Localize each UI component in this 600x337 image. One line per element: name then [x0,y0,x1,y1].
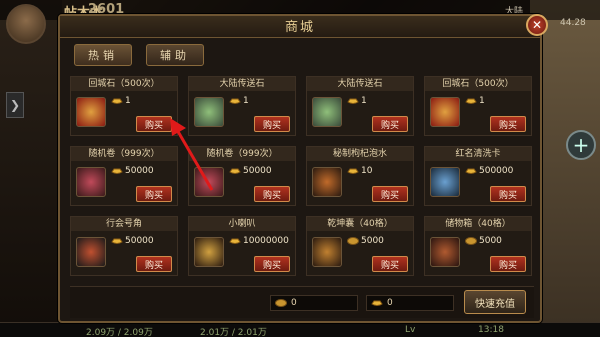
item-name: 行会号角 [71,217,177,231]
item-price: 500000 [479,166,514,176]
clock: 13:18 [478,325,504,335]
random-scroll-icon[interactable] [194,167,224,197]
gold-ingot-icon [465,98,477,104]
gold-ingot-icon [347,98,359,104]
buy-button[interactable]: 购买 [490,116,526,132]
storage-chest-icon[interactable] [430,237,460,267]
buy-button[interactable]: 购买 [254,256,290,272]
gold-ingot-icon [229,238,241,244]
shop-title-bar: 商城 [60,16,540,38]
shop-item-card: 小喇叭 10000000 购买 [188,216,296,276]
gold-coin-icon [465,237,477,245]
region-value: 44.28 [560,18,586,28]
item-name: 随机卷（999次） [71,147,177,161]
item-name: 红名清洗卡 [425,147,531,161]
cleanse-card-icon[interactable] [430,167,460,197]
item-name: 回城石（500次） [71,77,177,91]
close-icon[interactable]: ✕ [526,14,548,36]
ingot-balance: 0 [366,295,454,311]
gold-ingot-icon [371,300,383,306]
shop-footer: 0 0 快速充值 [70,286,534,318]
buy-button[interactable]: 购买 [372,186,408,202]
item-price: 50000 [125,166,154,176]
teleport-stone-icon[interactable] [194,97,224,127]
ingot-balance-value: 0 [387,298,393,308]
random-scroll-icon[interactable] [76,167,106,197]
item-name: 大陆传送石 [307,77,413,91]
shop-item-card: 随机卷（999次） 50000 购买 [70,146,178,206]
level-label: Lv [405,325,416,335]
buy-button[interactable]: 购买 [372,116,408,132]
shop-item-card: 秘制枸杞泡水 10 购买 [306,146,414,206]
item-price: 1 [361,96,367,106]
bag-icon[interactable] [312,237,342,267]
potion-icon[interactable] [312,167,342,197]
item-price: 10000000 [243,236,289,246]
item-name: 秘制枸杞泡水 [307,147,413,161]
shop-item-card: 大陆传送石 1 购买 [188,76,296,136]
gold-ingot-icon [111,238,123,244]
buy-button[interactable]: 购买 [136,116,172,132]
gold-ingot-icon [111,98,123,104]
tab-assist[interactable]: 辅助 [146,44,204,66]
left-hud-strip [0,0,62,337]
item-name: 回城石（500次） [425,77,531,91]
shop-item-card: 随机卷（999次） 50000 购买 [188,146,296,206]
shop-item-card: 乾坤囊（40格） 5000 购买 [306,216,414,276]
shop-tabs: 热销 辅助 [74,44,204,66]
plus-icon[interactable]: + [566,130,596,160]
guild-horn-icon[interactable] [76,237,106,267]
item-price: 10 [361,166,373,176]
item-price: 50000 [125,236,154,246]
item-price: 5000 [479,236,502,246]
item-name: 乾坤囊（40格） [307,217,413,231]
megaphone-icon[interactable] [194,237,224,267]
expand-arrow-icon[interactable]: ❯ [6,92,24,118]
buy-button[interactable]: 购买 [254,186,290,202]
item-name: 储物箱（40格） [425,217,531,231]
item-name: 大陆传送石 [189,77,295,91]
item-name: 小喇叭 [189,217,295,231]
coin-balance: 0 [270,295,358,311]
gold-ingot-icon [229,168,241,174]
shop-item-card: 行会号角 50000 购买 [70,216,178,276]
gold-ingot-icon [229,98,241,104]
buy-button[interactable]: 购买 [490,186,526,202]
shop-title: 商城 [284,20,315,35]
bottom-status-bar: 2.09万 / 2.09万 2.01万 / 2.01万 Lv 13:18 [0,322,600,337]
item-price: 50000 [243,166,272,176]
gold-coin-icon [275,299,287,307]
coin-balance-value: 0 [291,298,297,308]
recharge-button[interactable]: 快速充值 [464,290,526,314]
shop-item-card: 大陆传送石 1 购买 [306,76,414,136]
gold-ingot-icon [347,168,359,174]
shop-item-card: 回城石（500次） 1 购买 [424,76,532,136]
item-name: 随机卷（999次） [189,147,295,161]
return-stone-icon[interactable] [430,97,460,127]
mp-readout: 2.01万 / 2.01万 [200,328,267,337]
avatar[interactable] [6,4,46,44]
shop-item-card: 储物箱（40格） 5000 购买 [424,216,532,276]
item-price: 1 [479,96,485,106]
shop-item-card: 红名清洗卡 500000 购买 [424,146,532,206]
gold-ingot-icon [111,168,123,174]
buy-button[interactable]: 购买 [254,116,290,132]
buy-button[interactable]: 购买 [490,256,526,272]
item-price: 5000 [361,236,384,246]
gold-coin-icon [347,237,359,245]
item-price: 1 [243,96,249,106]
shop-item-card: 回城石（500次） 1 购买 [70,76,178,136]
buy-button[interactable]: 购买 [136,256,172,272]
tab-hot-sale[interactable]: 热销 [74,44,132,66]
item-price: 1 [125,96,131,106]
shop-panel: 商城 ✕ 热销 辅助 回城石（500次） 1 购买 大陆传送石 1 购买 大陆传送石 1 购买回… [58,14,548,323]
return-stone-icon[interactable] [76,97,106,127]
hp-readout: 2.09万 / 2.09万 [86,328,153,337]
buy-button[interactable]: 购买 [136,186,172,202]
gold-ingot-icon [465,168,477,174]
buy-button[interactable]: 购买 [372,256,408,272]
teleport-stone-icon[interactable] [312,97,342,127]
